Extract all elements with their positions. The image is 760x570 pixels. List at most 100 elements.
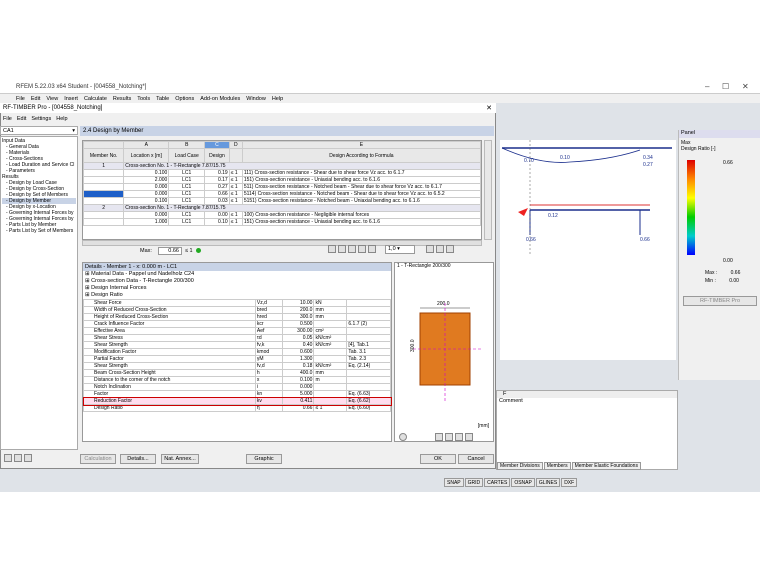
menu-item[interactable]: Window — [246, 96, 266, 102]
graphic-button[interactable]: Graphic — [246, 454, 282, 464]
ratio-combo[interactable]: 1,0 ▾ — [385, 245, 415, 254]
table-row[interactable]: 0.100 LC1 0.03 ≤ 1 5151) Cross-section resis… — [82, 197, 482, 205]
cell: 0.00 — [204, 211, 230, 219]
table-row[interactable]: 0.000 LC1 0.66 ≤ 1 5114) Cross-section resis… — [82, 190, 482, 198]
detail-cell: [4], Tab.1 — [346, 341, 391, 349]
menu-item[interactable]: Edit — [31, 96, 40, 102]
menu-item[interactable]: Help — [272, 96, 283, 102]
view-icon[interactable] — [436, 245, 444, 253]
export-icon[interactable] — [24, 454, 32, 462]
vertical-scrollbar[interactable] — [484, 140, 492, 240]
detail-cell: Aef — [254, 327, 283, 335]
relation-icon[interactable] — [368, 245, 376, 253]
dialog-menu-item[interactable]: Settings — [31, 116, 51, 122]
detail-row: Reduction Factor kv 0.411 Eq. (6.62) — [82, 396, 392, 406]
status-item[interactable]: CARTES — [484, 478, 511, 487]
menu-item[interactable]: Calculate — [84, 96, 107, 102]
preview-title: 1 - T-Rectangle 200/300 — [397, 263, 451, 269]
details-panel: Details - Member 1 - x: 0.000 m - LC1 ⊞ … — [82, 262, 392, 442]
details-group[interactable]: ⊞ Design Internal Forces — [83, 285, 391, 292]
menu-item[interactable]: Options — [175, 96, 194, 102]
detail-cell — [313, 355, 348, 363]
details-group[interactable]: ⊞ Material Data - Pappel und Nadelholz C… — [83, 271, 391, 278]
dimension-icon[interactable] — [445, 433, 453, 441]
unit-label: [mm] — [477, 423, 489, 429]
menu-item[interactable]: File — [16, 96, 25, 102]
table-row[interactable]: 2.000 LC1 0.17 ≤ 1 151) Cross-section resist… — [82, 176, 482, 184]
case-select[interactable]: CA1 ▾ — [0, 126, 78, 135]
detail-cell: Tab. 3.1 — [346, 348, 391, 356]
row-marker — [82, 169, 125, 177]
info-icon[interactable] — [399, 433, 407, 441]
grid-header-row: Member No. Location x [m] Load Case Design D… — [82, 148, 482, 163]
dialog-menu-item[interactable]: Help — [56, 116, 67, 122]
cell: 0.10 — [204, 218, 230, 226]
section-row: 2 Cross-section No. 1 - T-Rectangle 7.87/… — [82, 204, 481, 212]
bottom-tab[interactable]: Member Divisions — [497, 462, 543, 470]
dialog-menu-item[interactable]: Edit — [17, 116, 26, 122]
detail-cell: fv,k — [254, 341, 283, 349]
detail-row: Shear Strength fv,d 0.18 kN/cm² Eq. (2.14) — [83, 362, 391, 370]
nat-annex-button[interactable]: Nat. Annex... — [161, 454, 199, 464]
help-icon[interactable] — [4, 454, 12, 462]
detail-cell: kn — [254, 390, 283, 398]
detail-cell: 0.18 — [281, 362, 315, 370]
sum-icon[interactable] — [14, 454, 22, 462]
details-group[interactable]: ⊞ Cross-section Data - T-Rectangle 200/3… — [83, 278, 391, 285]
rf-timber-button[interactable]: RF-TIMBER Pro — [683, 296, 757, 306]
eye-icon[interactable] — [446, 245, 454, 253]
detail-cell — [313, 397, 348, 405]
color-icon[interactable] — [358, 245, 366, 253]
detail-cell: Shear Strength — [83, 341, 256, 349]
grid-header: Location x [m] — [123, 148, 170, 163]
dialog-menu-item[interactable]: File — [3, 116, 12, 122]
maximize-button[interactable]: ☐ — [722, 82, 729, 91]
zoom-icon[interactable] — [435, 433, 443, 441]
status-item[interactable]: OSNAP — [511, 478, 535, 487]
table-row[interactable]: 0.000 LC1 0.27 ≤ 1 511) Cross-section resist… — [82, 183, 482, 191]
detail-row: Width of Reduced Cross-Section bred 200.0 m… — [83, 306, 391, 314]
max-row-value: 0.66 — [730, 270, 741, 276]
color-scale — [687, 160, 695, 255]
bottom-tab[interactable]: Member Elastic Foundations — [571, 462, 641, 470]
select-icon[interactable] — [348, 245, 356, 253]
status-item[interactable]: GRID — [464, 478, 484, 487]
minimize-button[interactable]: – — [705, 82, 709, 91]
details-group[interactable]: ⊞ Design Ratio — [83, 292, 391, 299]
ratio-icon[interactable] — [338, 245, 346, 253]
detail-cell: 5.000 — [281, 390, 315, 398]
status-item[interactable]: DXF — [561, 478, 578, 487]
bottom-tab[interactable]: Members — [543, 462, 571, 470]
filter-icon[interactable] — [328, 245, 336, 253]
menu-item[interactable]: Results — [113, 96, 131, 102]
horizontal-scrollbar[interactable] — [82, 240, 482, 246]
menu-item[interactable]: Add-on Modules — [200, 96, 240, 102]
table-row[interactable]: 0.000 LC1 0.00 ≤ 1 100) Cross-section resist… — [82, 211, 482, 219]
close-dialog-icon[interactable]: ✕ — [486, 104, 492, 112]
details-button[interactable]: Details... — [120, 454, 156, 464]
menu-item[interactable]: Table — [156, 96, 169, 102]
magnify-icon[interactable] — [465, 433, 473, 441]
excel-icon[interactable] — [426, 245, 434, 253]
menu-item[interactable]: Tools — [137, 96, 150, 102]
menu-item[interactable]: View — [46, 96, 58, 102]
calculation-button[interactable]: Calculation — [80, 454, 116, 464]
cell: ≤ 1 — [228, 176, 243, 184]
menu-item[interactable]: Insert — [64, 96, 78, 102]
detail-cell — [346, 376, 391, 384]
table-row[interactable]: 1.000 LC1 0.10 ≤ 1 151) Cross-section resist… — [82, 218, 482, 226]
close-app-button[interactable]: ✕ — [742, 82, 749, 91]
status-item[interactable]: SNAP — [444, 478, 464, 487]
model-view[interactable]: 0.70 0.10 0.34 0.27 0.12 0.66 0.66 — [500, 140, 676, 360]
status-item[interactable]: GLINES — [535, 478, 561, 487]
table-row[interactable]: 0.100 LC1 0.19 ≤ 1 111) Cross-section resist… — [82, 169, 482, 177]
detail-row: Factor kn 5.000 Eq. (6.63) — [83, 390, 391, 398]
cell: ≤ 1 — [228, 169, 243, 177]
ok-button[interactable]: OK — [420, 454, 456, 464]
cell: ≤ 1 — [228, 183, 243, 191]
tree-item[interactable]: - Parts List by Set of Members — [2, 228, 76, 234]
axes-icon[interactable] — [455, 433, 463, 441]
section-label: Cross-section No. 1 - T-Rectangle 7.87/1… — [123, 204, 481, 212]
detail-row: Partial Factor γM 1.300 Tab. 2.3 — [83, 355, 391, 363]
cancel-button[interactable]: Cancel — [458, 454, 494, 464]
